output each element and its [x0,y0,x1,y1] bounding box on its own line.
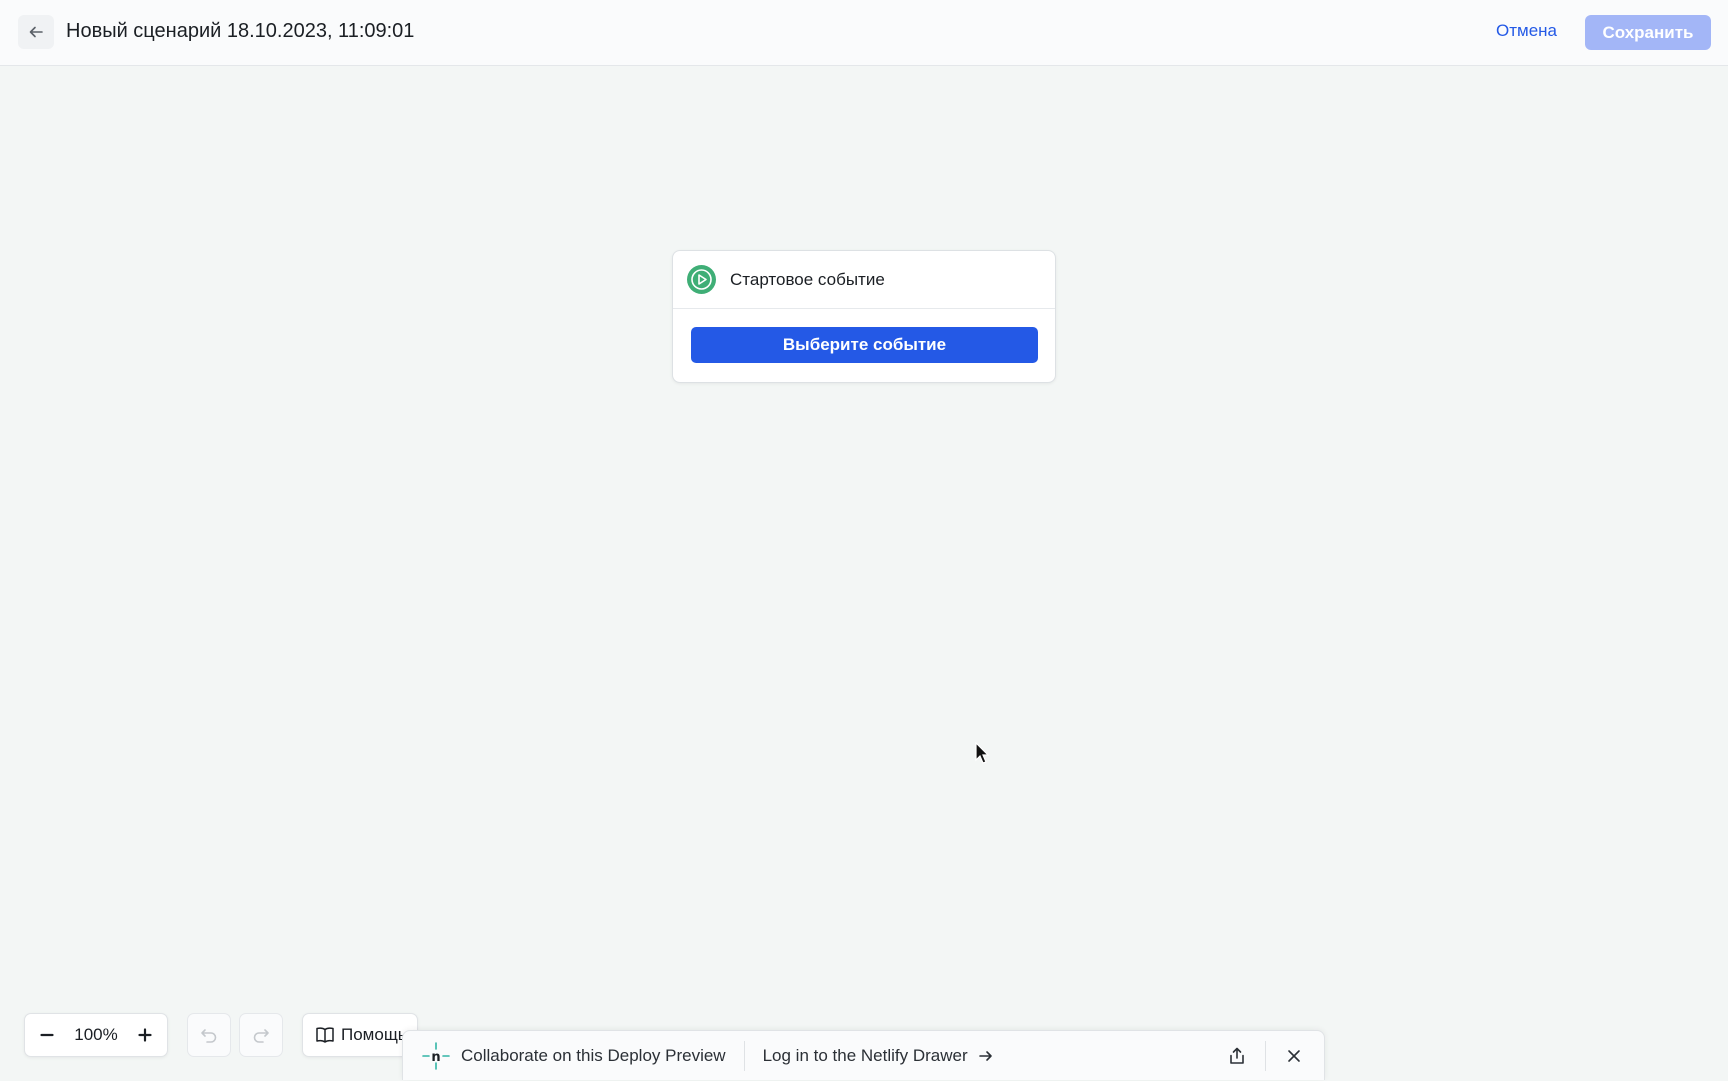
close-icon [1288,1050,1300,1062]
undo-icon [201,1029,217,1043]
netlify-drawer-bar: n Collaborate on this Deploy Preview Log… [402,1030,1325,1080]
top-bar: Новый сценарий 18.10.2023, 11:09:01 Отме… [0,0,1728,66]
share-icon [1230,1047,1244,1064]
play-icon [687,265,716,294]
divider [743,1040,745,1071]
node-header: Стартовое событие [673,251,1055,309]
node-title: Стартовое событие [730,269,885,289]
save-button[interactable]: Сохранить [1585,15,1711,50]
zoom-level: 100% [74,1025,118,1044]
choose-event-button[interactable]: Выберите событие [691,327,1038,363]
close-drawer-button[interactable] [1280,1042,1308,1070]
divider [1265,1041,1266,1071]
zoom-in-button[interactable] [133,1023,157,1047]
back-button[interactable] [18,15,54,49]
netlify-actions [1223,1031,1324,1081]
plus-icon [138,1028,152,1042]
zoom-out-button[interactable] [35,1023,59,1047]
netlify-logo-icon: n [422,1041,450,1070]
scenario-canvas[interactable]: Стартовое событие Выберите событие [0,66,1728,1080]
zoom-controls: 100% [24,1013,168,1057]
book-icon [316,1027,334,1043]
help-label: Помощь [341,1025,407,1044]
cancel-button[interactable]: Отмена [1496,21,1557,41]
login-label: Log in to the Netlify Drawer [762,1045,968,1065]
start-event-node[interactable]: Стартовое событие Выберите событие [672,250,1056,383]
page-title: Новый сценарий 18.10.2023, 11:09:01 [66,20,415,42]
collaborate-label: Collaborate on this Deploy Preview [461,1045,726,1065]
netlify-login-link[interactable]: Log in to the Netlify Drawer [763,1046,994,1066]
redo-button[interactable] [239,1013,283,1057]
arrow-right-icon [978,1050,992,1061]
mouse-cursor-icon [975,742,990,764]
share-button[interactable] [1223,1042,1251,1070]
svg-text:n: n [431,1050,440,1065]
minus-icon [40,1033,54,1037]
redo-icon [253,1029,269,1043]
help-button[interactable]: Помощь [302,1013,418,1057]
undo-button[interactable] [187,1013,231,1057]
arrow-left-icon [29,26,43,38]
